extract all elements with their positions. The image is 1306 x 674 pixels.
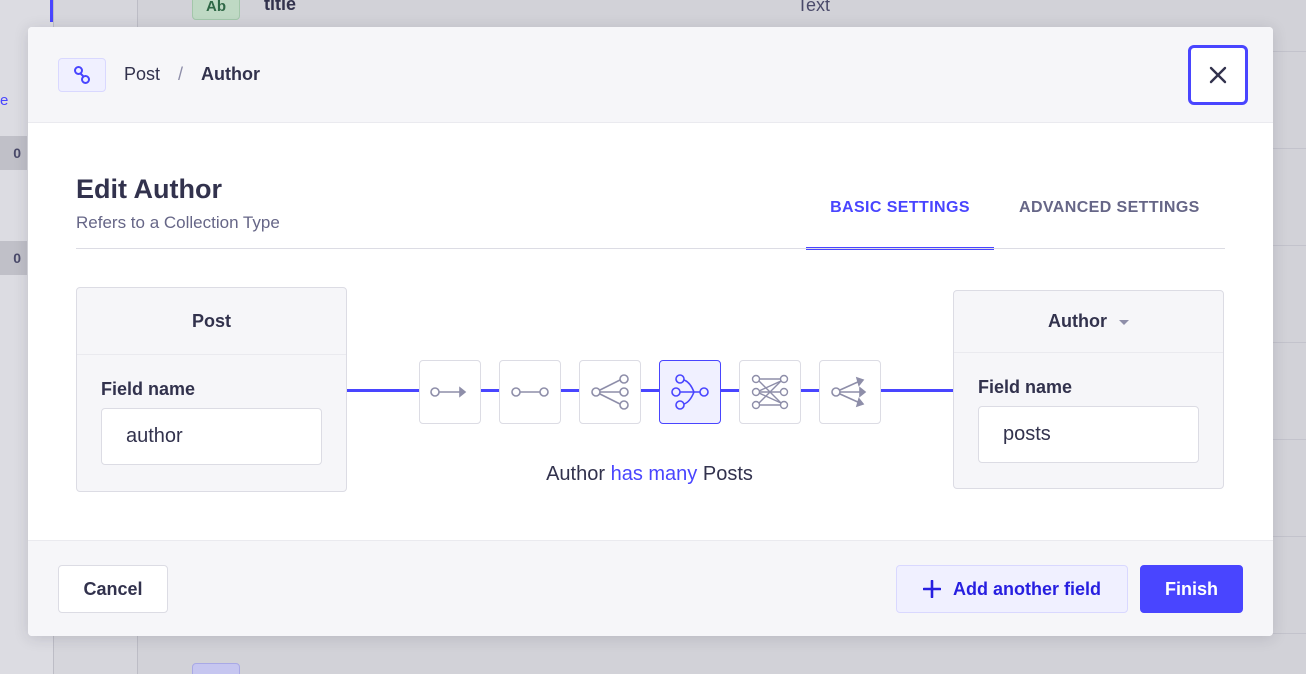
source-field-label: Field name (101, 379, 196, 399)
relation-many-to-many-button[interactable] (739, 360, 801, 424)
relation-line (721, 389, 739, 392)
one-to-many-icon (591, 374, 629, 410)
close-icon (1209, 66, 1227, 84)
relation-line (481, 389, 499, 392)
breadcrumb-current: Author (201, 64, 261, 84)
tab-advanced-settings[interactable]: ADVANCED SETTINGS (1019, 199, 1200, 217)
caret-down-icon (1118, 320, 1129, 325)
relation-icon (58, 57, 106, 92)
relation-description-type: has many (610, 463, 698, 485)
relation-line (561, 389, 579, 392)
modal-header: Post / Author (28, 27, 1273, 123)
many-to-many-icon (751, 374, 789, 410)
target-field-label: Field name (978, 377, 1073, 397)
many-to-one-icon (671, 374, 709, 410)
relation-many-way-button[interactable] (819, 360, 881, 424)
add-another-field-label: Add another field (953, 578, 1101, 599)
relation-line (641, 389, 659, 392)
relation-one-to-many-button[interactable] (579, 360, 641, 424)
one-way-icon (430, 386, 467, 398)
relation-one-to-one-button[interactable] (499, 360, 561, 424)
modal-footer: Cancel Add another field Finish (28, 540, 1273, 636)
nav-count-badge: 0 (0, 136, 27, 170)
field-type-badge (192, 663, 240, 674)
relation-description: Author has many Posts (28, 463, 1271, 486)
field-type: Text (797, 0, 831, 15)
target-content-type-select[interactable]: Author (954, 291, 1223, 353)
relation-many-to-one-button[interactable] (659, 360, 721, 424)
cancel-button[interactable]: Cancel (58, 565, 168, 613)
target-content-type-box: Author Field name (953, 290, 1224, 489)
source-field-name-input[interactable] (101, 408, 322, 465)
tab-basic-settings[interactable]: BASIC SETTINGS (806, 199, 994, 250)
add-another-field-button[interactable]: Add another field (896, 565, 1128, 613)
relation-line (347, 389, 419, 392)
page-title: Edit Author (76, 174, 222, 204)
nav-count-badge: 0 (0, 241, 27, 275)
source-content-type-box: Post Field name (76, 287, 347, 492)
field-type-badge: Ab (192, 0, 240, 20)
target-content-type-title: Author (1048, 311, 1107, 331)
plus-icon (923, 580, 941, 598)
relation-description-end: Posts (702, 463, 753, 485)
one-to-one-icon (511, 387, 549, 397)
target-field-name-input[interactable] (978, 406, 1199, 463)
modal-body: Edit Author Refers to a Collection Type … (28, 123, 1273, 540)
tabs-divider (76, 248, 1225, 249)
field-name: title (264, 0, 297, 14)
nav-active-indicator (50, 0, 53, 22)
finish-button[interactable]: Finish (1140, 565, 1243, 613)
nav-truncated-text: e (0, 92, 9, 109)
page-subtitle: Refers to a Collection Type (76, 213, 280, 232)
breadcrumb-separator: / (178, 64, 184, 84)
relation-line (881, 389, 953, 392)
many-way-icon (831, 376, 867, 408)
edit-relation-modal: Post / Author Edit Author Refers to a Co… (28, 27, 1273, 636)
relation-one-way-button[interactable] (419, 360, 481, 424)
source-content-type-title: Post (77, 288, 346, 355)
breadcrumb-parent[interactable]: Post (124, 64, 160, 85)
relation-line (801, 389, 819, 392)
close-button[interactable] (1188, 45, 1248, 105)
relation-description-start: Author (546, 463, 606, 485)
